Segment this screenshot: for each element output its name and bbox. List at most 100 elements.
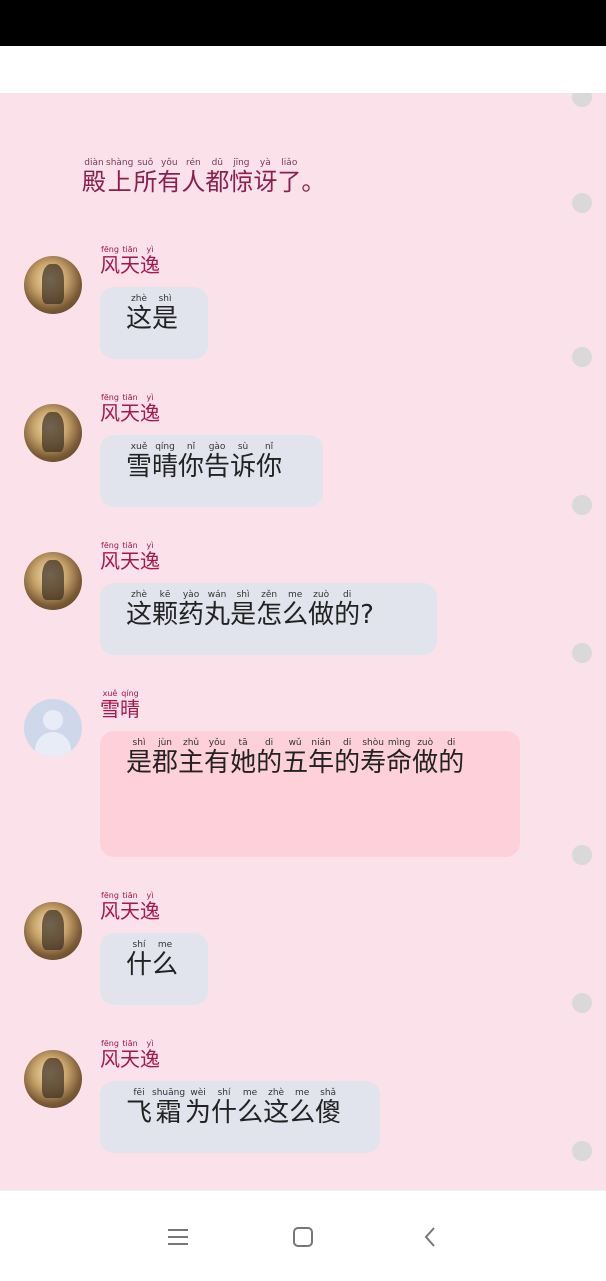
- pinyin-annotation: xuě: [100, 689, 120, 698]
- pinyin-annotation: qíng: [120, 689, 140, 698]
- pinyin-annotation: zhǔ: [178, 738, 205, 748]
- read-marker-dot: [572, 643, 592, 663]
- ruby-char: 五wǔ: [282, 738, 309, 778]
- ruby-char: 飞fēi: [126, 1088, 153, 1128]
- ruby-char: 。: [301, 168, 325, 196]
- home-button[interactable]: [283, 1217, 323, 1257]
- speaker-avatar[interactable]: [24, 1050, 82, 1108]
- pinyin-annotation: me: [237, 1088, 264, 1098]
- pinyin-annotation: shì: [126, 738, 152, 748]
- pinyin-annotation: gào: [204, 442, 231, 452]
- ruby-char: 为wèi: [185, 1088, 212, 1128]
- pinyin-annotation: fēng: [100, 541, 120, 550]
- pinyin-annotation: fēi: [126, 1088, 152, 1098]
- ruby-char: 风fēng: [100, 891, 120, 923]
- pinyin-annotation: di: [334, 590, 361, 600]
- speaker-name: 风fēng天tiān逸yì: [100, 891, 160, 929]
- ruby-char: 么me: [152, 940, 179, 980]
- pinyin-annotation: zuò: [412, 738, 439, 748]
- pinyin-annotation: yào: [178, 590, 205, 600]
- ruby-char: 雪xuě: [100, 689, 120, 721]
- ruby-char: 你nǐ: [256, 442, 283, 482]
- pinyin-annotation: zhè: [263, 1088, 290, 1098]
- speaker-avatar[interactable]: [24, 552, 82, 610]
- ruby-char: 有yǒu: [157, 158, 182, 196]
- pinyin-annotation: qíng: [152, 442, 179, 452]
- ruby-char: 寿shòu: [360, 738, 387, 778]
- ruby-char: 怎zěn: [256, 590, 283, 630]
- ruby-char: 天tiān: [120, 245, 140, 277]
- ruby-char: 殿diàn: [82, 158, 106, 196]
- message-bubble[interactable]: 这zhè是shì: [100, 287, 208, 359]
- speaker-avatar[interactable]: [24, 404, 82, 462]
- ruby-char: 你nǐ: [178, 442, 205, 482]
- speaker-avatar[interactable]: [24, 902, 82, 960]
- pinyin-annotation: suǒ: [133, 158, 158, 168]
- message-bubble[interactable]: 是shì郡jùn主zhǔ有yǒu她tā的di五wǔ年nián的di寿shòu命m…: [100, 731, 520, 857]
- chat-area[interactable]: 殿diàn上shàng所suǒ有yǒu人rén都dū惊jīng讶yà了liǎo。…: [0, 93, 606, 1190]
- ruby-char: 什shí: [211, 1088, 238, 1128]
- ruby-char: 风fēng: [100, 245, 120, 277]
- pinyin-annotation: xuě: [126, 442, 153, 452]
- speaker-avatar[interactable]: [24, 256, 82, 314]
- ruby-char: 这zhè: [126, 590, 153, 630]
- pinyin-annotation: yì: [140, 393, 160, 402]
- message-bubble[interactable]: 这zhè颗kē药yào丸wán是shì怎zěn么me做zuò的di?: [100, 583, 437, 655]
- ruby-char: 人rén: [181, 158, 206, 196]
- pinyin-annotation: kē: [152, 590, 179, 600]
- pinyin-annotation: fēng: [100, 245, 120, 254]
- menu-icon: [168, 1229, 188, 1245]
- pinyin-annotation: shí: [126, 940, 152, 950]
- ruby-char: 逸yì: [140, 891, 160, 923]
- ruby-char: 药yào: [178, 590, 205, 630]
- pinyin-annotation: sù: [230, 442, 257, 452]
- pinyin-annotation: wǔ: [282, 738, 309, 748]
- ruby-char: 有yǒu: [204, 738, 231, 778]
- speaker-name: 风fēng天tiān逸yì: [100, 1039, 160, 1077]
- pinyin-annotation: zěn: [256, 590, 283, 600]
- pinyin-annotation: fēng: [100, 891, 120, 900]
- user-avatar[interactable]: [24, 699, 82, 757]
- pinyin-annotation: fēng: [100, 393, 120, 402]
- ruby-char: 的di: [334, 738, 361, 778]
- pinyin-annotation: shuāng: [152, 1088, 186, 1098]
- ruby-char: 主zhǔ: [178, 738, 205, 778]
- pinyin-annotation: zhè: [126, 294, 152, 304]
- pinyin-annotation: me: [152, 940, 179, 950]
- ruby-char: 告gào: [204, 442, 231, 482]
- pinyin-annotation: tiān: [120, 541, 140, 550]
- pinyin-annotation: tā: [230, 738, 257, 748]
- ruby-char: 做zuò: [308, 590, 335, 630]
- ruby-char: 她tā: [230, 738, 257, 778]
- pinyin-annotation: nián: [308, 738, 335, 748]
- read-marker-dot: [572, 1141, 592, 1161]
- pinyin-annotation: yǒu: [204, 738, 231, 748]
- status-bar: [0, 0, 606, 46]
- back-button[interactable]: [410, 1217, 450, 1257]
- back-chevron-icon: [424, 1227, 435, 1247]
- ruby-char: 惊jīng: [229, 158, 254, 196]
- pinyin-annotation: yì: [140, 541, 160, 550]
- read-marker-dot: [572, 993, 592, 1013]
- ruby-char: 诉sù: [230, 442, 257, 482]
- pinyin-annotation: zhè: [126, 590, 152, 600]
- home-square-icon: [293, 1227, 313, 1247]
- read-marker-dot: [572, 193, 592, 213]
- message-bubble[interactable]: 雪xuě晴qíng你nǐ告gào诉sù你nǐ: [100, 435, 323, 507]
- message-bubble[interactable]: 什shí么me: [100, 933, 208, 1005]
- ruby-char: 上shàng: [106, 158, 134, 196]
- ruby-char: 么me: [289, 1088, 316, 1128]
- ruby-char: 这zhè: [126, 294, 153, 334]
- ruby-char: 天tiān: [120, 1039, 140, 1071]
- pinyin-annotation: di: [256, 738, 283, 748]
- narration-text: 殿diàn上shàng所suǒ有yǒu人rén都dū惊jīng讶yà了liǎo。: [82, 158, 325, 203]
- message-bubble[interactable]: 飞fēi霜shuāng为wèi什shí么me这zhè么me傻shǎ: [100, 1081, 380, 1153]
- menu-button[interactable]: [158, 1217, 198, 1257]
- read-marker-dot: [572, 845, 592, 865]
- ruby-char: 命mìng: [386, 738, 413, 778]
- ruby-char: 逸yì: [140, 541, 160, 573]
- ruby-char: 的di: [256, 738, 283, 778]
- ruby-char: 的di: [438, 738, 465, 778]
- ruby-char: 霜shuāng: [152, 1088, 186, 1128]
- pinyin-annotation: tiān: [120, 891, 140, 900]
